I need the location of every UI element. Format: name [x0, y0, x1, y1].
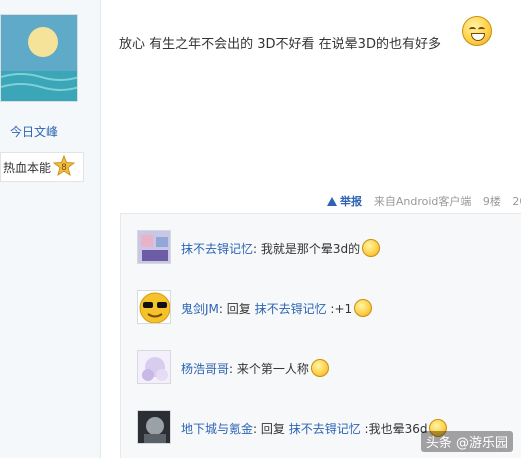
comment-item: 杨浩哥哥: 来个第一人称 — [137, 350, 521, 386]
poster-avatar[interactable] — [0, 14, 78, 102]
poster-sidebar: 今日文峰 热血本能 8 — [0, 0, 101, 458]
comment-text: 地下城与氪金: 回复 抹不去锝记忆 :我也晕36d — [181, 419, 448, 437]
post-date: 20 — [512, 195, 521, 208]
post-source: 来自Android客户端 — [373, 195, 472, 208]
commenter-name[interactable]: 杨浩哥哥 — [181, 362, 229, 376]
comment-text: 鬼剑JM: 回复 抹不去锝记忆 :+1 — [181, 299, 373, 317]
thinking-emoji-icon — [362, 239, 381, 257]
grinning-emoji-icon — [462, 16, 492, 46]
commenter-name[interactable]: 鬼剑JM — [181, 302, 219, 316]
commenter-name[interactable]: 抹不去锝记忆 — [181, 242, 253, 256]
commenter-avatar[interactable] — [137, 290, 171, 324]
poster-username[interactable]: 今日文峰 — [10, 123, 58, 140]
poster-title-label: 热血本能 — [3, 160, 52, 175]
post-floor: 9楼 — [482, 195, 501, 208]
comment-item: 抹不去锝记忆: 我就是那个晕3d的 — [137, 230, 521, 266]
poster-level-number: 8 — [61, 163, 67, 173]
commenter-avatar[interactable] — [137, 230, 171, 264]
post-footer: 举报 来自Android客户端 9楼 20 — [327, 193, 521, 209]
report-link[interactable]: 举报 — [327, 195, 366, 208]
warning-icon — [327, 197, 337, 206]
comment-item: 鬼剑JM: 回复 抹不去锝记忆 :+1 — [137, 290, 521, 326]
post-content: 放心 有生之年不会出的 3D不好看 在说晕3D的也有好多 — [119, 37, 441, 52]
comment-text: 杨浩哥哥: 来个第一人称 — [181, 359, 329, 377]
star-badge-icon: 8 — [52, 154, 76, 177]
watermark: 头条 @游乐园 — [420, 431, 513, 452]
comment-list: 抹不去锝记忆: 我就是那个晕3d的 鬼剑JM: 回复 抹不去锝记忆 :+1 杨浩… — [120, 213, 521, 458]
comment-text: 抹不去锝记忆: 我就是那个晕3d的 — [181, 239, 381, 257]
cool-emoji-icon — [354, 299, 373, 317]
commenter-avatar[interactable] — [137, 350, 171, 384]
grin-emoji-icon — [310, 359, 329, 377]
commenter-avatar[interactable] — [137, 410, 171, 444]
report-label: 举报 — [340, 195, 362, 208]
commenter-name[interactable]: 地下城与氪金 — [181, 422, 253, 436]
reply-target-link[interactable]: 抹不去锝记忆 — [255, 302, 327, 316]
reply-target-link[interactable]: 抹不去锝记忆 — [289, 422, 361, 436]
